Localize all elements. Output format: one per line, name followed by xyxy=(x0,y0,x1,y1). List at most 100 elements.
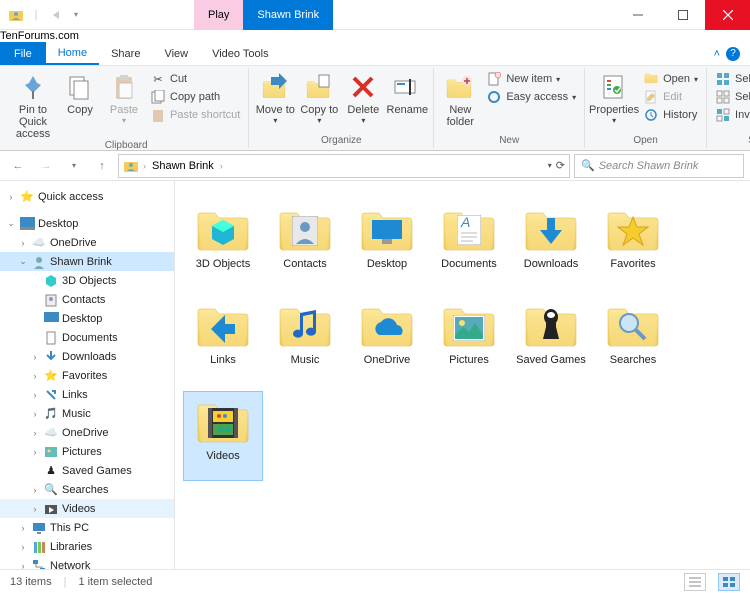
tree-music[interactable]: ›🎵Music xyxy=(0,404,174,423)
tree-pictures[interactable]: ›Pictures xyxy=(0,442,174,461)
chevron-right-icon[interactable]: › xyxy=(220,161,223,171)
recent-locations-button[interactable]: ▾ xyxy=(62,154,86,178)
search-placeholder: Search Shawn Brink xyxy=(599,160,699,172)
svg-text:A: A xyxy=(460,215,470,230)
tree-saved-games[interactable]: ♟Saved Games xyxy=(0,461,174,480)
up-button[interactable]: ↑ xyxy=(90,154,114,178)
pictures-icon xyxy=(43,444,59,460)
folder-favorites[interactable]: Favorites xyxy=(593,199,673,289)
tree-3d-objects[interactable]: 3D Objects xyxy=(0,271,174,290)
organize-group: Move to▾ Copy to▾ Delete▾ Rename Organiz… xyxy=(249,68,434,148)
pin-label: Pin to Quick access xyxy=(8,104,58,140)
breadcrumb-user[interactable]: Shawn Brink xyxy=(150,160,216,172)
qat-dropdown-icon[interactable]: ▾ xyxy=(68,7,84,23)
maximize-button[interactable] xyxy=(660,0,705,30)
share-tab[interactable]: Share xyxy=(99,42,152,65)
tree-favorites[interactable]: ›⭐Favorites xyxy=(0,366,174,385)
move-to-button[interactable]: Move to▾ xyxy=(253,68,297,126)
tree-searches[interactable]: ›🔍Searches xyxy=(0,480,174,499)
invert-selection-button[interactable]: Invert selection xyxy=(711,106,750,124)
properties-button[interactable]: Properties▾ xyxy=(589,68,639,126)
tree-desktop2[interactable]: Desktop xyxy=(0,309,174,328)
back-button[interactable]: ← xyxy=(6,154,30,178)
tree-downloads[interactable]: ›Downloads xyxy=(0,347,174,366)
tree-videos[interactable]: ›Videos xyxy=(0,499,174,518)
folder-contacts[interactable]: Contacts xyxy=(265,199,345,289)
breadcrumb-dropdown[interactable]: ▾ xyxy=(548,161,552,170)
cloud-icon: ☁️ xyxy=(31,235,47,251)
paste-label: Paste xyxy=(110,104,138,116)
select-none-button[interactable]: Select none xyxy=(711,88,750,106)
tree-contacts[interactable]: Contacts xyxy=(0,290,174,309)
open-icon xyxy=(643,71,659,87)
tree-onedrive2[interactable]: ›☁️OneDrive xyxy=(0,423,174,442)
navigation-pane[interactable]: ›⭐Quick access ⌄Desktop ›☁️OneDrive ⌄Sha… xyxy=(0,181,175,569)
folder-onedrive[interactable]: OneDrive xyxy=(347,295,427,385)
folder-downloads[interactable]: Downloads xyxy=(511,199,591,289)
folder-saved-games[interactable]: Saved Games xyxy=(511,295,591,385)
minimize-button[interactable] xyxy=(615,0,660,30)
select-all-button[interactable]: Select all xyxy=(711,70,750,88)
tree-this-pc[interactable]: ›This PC xyxy=(0,518,174,537)
new-folder-button[interactable]: New folder xyxy=(438,68,482,128)
search-icon: 🔍 xyxy=(43,482,59,498)
play-tab[interactable]: Play xyxy=(194,0,243,30)
desktop-icon xyxy=(43,311,59,327)
folder-music[interactable]: Music xyxy=(265,295,345,385)
file-tab[interactable]: File xyxy=(0,42,46,65)
easy-access-button[interactable]: Easy access ▾ xyxy=(482,88,580,106)
documents-icon xyxy=(43,330,59,346)
download-icon xyxy=(43,349,59,365)
folder-pictures[interactable]: Pictures xyxy=(429,295,509,385)
search-box[interactable]: 🔍 Search Shawn Brink xyxy=(574,154,744,178)
folder-links[interactable]: Links xyxy=(183,295,263,385)
open-button[interactable]: Open ▾ xyxy=(639,70,702,88)
clipboard-group: Pin to Quick access Copy Paste▾ ✂Cut Cop… xyxy=(4,68,249,148)
tree-quick-access[interactable]: ›⭐Quick access xyxy=(0,187,174,206)
history-button[interactable]: History xyxy=(639,106,702,124)
quick-access-toolbar: | ▾ xyxy=(0,7,84,23)
folder-content[interactable]: 3D Objects Contacts Desktop ADocuments D… xyxy=(175,181,750,569)
tree-onedrive[interactable]: ›☁️OneDrive xyxy=(0,233,174,252)
refresh-button[interactable]: ⟳ xyxy=(556,159,565,172)
forward-button: → xyxy=(34,154,58,178)
breadcrumb-bar[interactable]: › Shawn Brink › ▾ ⟳ xyxy=(118,154,570,178)
copy-button[interactable]: Copy xyxy=(58,68,102,116)
folder-documents[interactable]: ADocuments xyxy=(429,199,509,289)
tree-links[interactable]: ›Links xyxy=(0,385,174,404)
copy-to-icon xyxy=(303,71,335,103)
folder-videos[interactable]: Videos xyxy=(183,391,263,481)
easy-access-icon xyxy=(486,89,502,105)
video-tools-tab[interactable]: Video Tools xyxy=(200,42,280,65)
copy-to-button[interactable]: Copy to▾ xyxy=(297,68,341,126)
close-button[interactable] xyxy=(705,0,750,30)
libraries-icon xyxy=(31,539,47,555)
details-view-button[interactable] xyxy=(684,573,706,591)
folder-searches[interactable]: Searches xyxy=(593,295,673,385)
delete-icon xyxy=(347,71,379,103)
tree-documents[interactable]: Documents xyxy=(0,328,174,347)
large-icons-view-button[interactable] xyxy=(718,573,740,591)
cut-button[interactable]: ✂Cut xyxy=(146,70,244,88)
pin-to-quick-access-button[interactable]: Pin to Quick access xyxy=(8,68,58,140)
folder-3d-objects[interactable]: 3D Objects xyxy=(183,199,263,289)
delete-button[interactable]: Delete▾ xyxy=(341,68,385,126)
view-tab[interactable]: View xyxy=(152,42,200,65)
ribbon-tabs: File Home Share View Video Tools ˄ ? xyxy=(0,42,750,66)
tree-desktop[interactable]: ⌄Desktop xyxy=(0,214,174,233)
home-tab[interactable]: Home xyxy=(46,42,99,65)
new-item-icon xyxy=(486,71,502,87)
undo-icon[interactable] xyxy=(48,7,64,23)
folder-desktop[interactable]: Desktop xyxy=(347,199,427,289)
tree-libraries[interactable]: ›Libraries xyxy=(0,537,174,556)
tree-user[interactable]: ⌄Shawn Brink xyxy=(0,252,174,271)
rename-button[interactable]: Rename xyxy=(385,68,429,116)
item-count: 13 items xyxy=(10,576,52,588)
collapse-ribbon-button[interactable]: ˄ ? xyxy=(714,42,750,65)
edit-button: Edit xyxy=(639,88,702,106)
chevron-right-icon[interactable]: › xyxy=(143,161,146,171)
copy-path-button[interactable]: Copy path xyxy=(146,88,244,106)
new-item-button[interactable]: New item ▾ xyxy=(482,70,580,88)
tree-network[interactable]: ›Network xyxy=(0,556,174,569)
user-folder-icon xyxy=(8,7,24,23)
